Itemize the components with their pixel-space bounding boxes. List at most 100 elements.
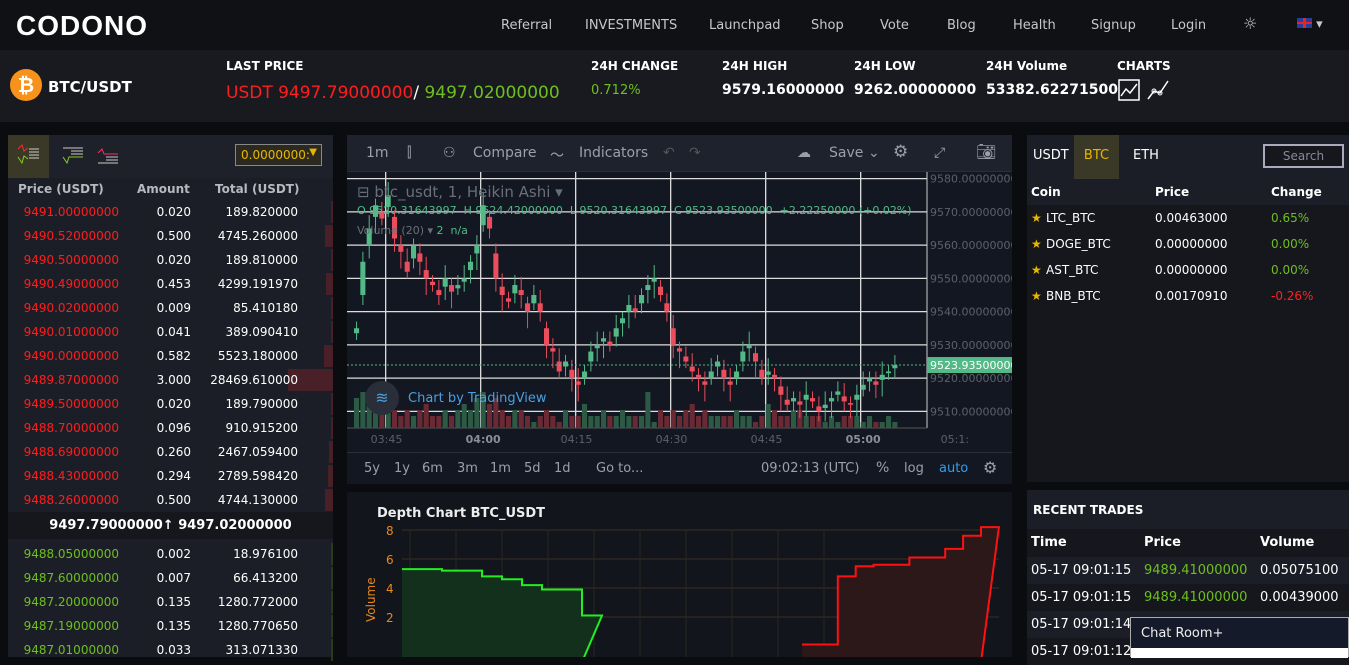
nav-item-signup[interactable]: Signup: [1091, 18, 1136, 33]
range-5y[interactable]: 5y: [364, 461, 380, 476]
market-row[interactable]: ★ LTC_BTC 0.00463000 0.65%: [1027, 205, 1349, 231]
search-input[interactable]: Search: [1263, 144, 1344, 168]
row-amount: 0.020: [156, 205, 191, 219]
bid-row[interactable]: 9487.20000000 0.135 1280.772000: [8, 590, 333, 614]
depth-chart[interactable]: 8 6 4 2 Volume: [347, 522, 1012, 657]
ask-row[interactable]: 9490.49000000 0.453 4299.191970: [8, 272, 333, 296]
header-volume: Volume: [1260, 535, 1315, 550]
tab-eth[interactable]: ETH: [1133, 148, 1159, 163]
row-total: 1280.770650: [217, 619, 298, 633]
save-button[interactable]: Save: [829, 145, 863, 161]
bid-row[interactable]: 9487.60000000 0.007 66.413200: [8, 566, 333, 590]
orderbook-asks-icon[interactable]: [96, 145, 122, 167]
market-panel: USDT BTC ETH Search Coin Price Change ★ L…: [1027, 135, 1349, 482]
candle-body: [563, 361, 569, 367]
range-6m[interactable]: 6m: [422, 461, 443, 476]
trade-time: 05-17 09:01:15: [1031, 590, 1132, 605]
ask-row[interactable]: 9490.52000000 0.500 4745.260000: [8, 224, 333, 248]
candle-body: [398, 245, 404, 252]
auto-toggle[interactable]: auto: [939, 461, 968, 476]
bid-row[interactable]: 9488.05000000 0.002 18.976100: [8, 542, 333, 566]
coin-change: 0.00%: [1271, 263, 1310, 277]
candle-body: [854, 394, 860, 400]
settings-icon[interactable]: ⚙: [893, 142, 908, 162]
compare-icon[interactable]: ⚇: [443, 145, 456, 161]
row-price: 9490.50000000: [23, 253, 119, 267]
ask-row[interactable]: 9490.01000000 0.041 389.090410: [8, 320, 333, 344]
logo[interactable]: CODONO: [16, 10, 148, 42]
chat-room-widget[interactable]: Chat Room+: [1130, 617, 1349, 658]
market-row[interactable]: ★ DOGE_BTC 0.00000000 0.00%: [1027, 231, 1349, 257]
ask-row[interactable]: 9488.26000000 0.500 4744.130000: [8, 488, 333, 512]
orderbook-bids-icon[interactable]: [61, 145, 87, 167]
nav-item-shop[interactable]: Shop: [811, 18, 844, 33]
row-price: 9491.00000000: [23, 205, 119, 219]
row-amount: 0.009: [156, 301, 191, 315]
ask-row[interactable]: 9490.00000000 0.582 5523.180000: [8, 344, 333, 368]
interval-button[interactable]: 1m: [366, 145, 389, 161]
nav-item-blog[interactable]: Blog: [947, 18, 976, 33]
indicators-icon[interactable]: 〜: [550, 145, 564, 165]
log-toggle[interactable]: log: [904, 461, 924, 476]
chat-room-title[interactable]: Chat Room+: [1131, 618, 1348, 648]
tab-usdt[interactable]: USDT: [1033, 148, 1069, 163]
sun-icon[interactable]: ☼: [1243, 14, 1257, 33]
market-row[interactable]: ★ BNB_BTC 0.00170910 -0.26%: [1027, 283, 1349, 309]
ask-row[interactable]: 9488.70000000 0.096 910.915200: [8, 416, 333, 440]
uk-flag-icon[interactable]: ▾: [1297, 17, 1323, 32]
fullscreen-icon[interactable]: ⤢: [934, 145, 945, 161]
ask-row[interactable]: 9490.02000000 0.009 85.410180: [8, 296, 333, 320]
ask-row[interactable]: 9488.43000000 0.294 2789.598420: [8, 464, 333, 488]
redo-icon[interactable]: ↷: [689, 145, 701, 161]
bid-row[interactable]: 9487.01000000 0.033 313.071330: [8, 638, 333, 662]
settings-icon[interactable]: ⚙: [983, 458, 997, 477]
nav-item-investments[interactable]: INVESTMENTS: [585, 18, 677, 33]
volume-bar: [784, 416, 790, 428]
candle-body: [784, 399, 790, 405]
ask-row[interactable]: 9490.50000000 0.020 189.810000: [8, 248, 333, 272]
market-row[interactable]: ★ AST_BTC 0.00000000 0.00%: [1027, 257, 1349, 283]
range-5d[interactable]: 5d: [524, 461, 541, 476]
collapse-icon[interactable]: ⊟: [357, 183, 370, 201]
indicators-button[interactable]: Indicators: [579, 145, 648, 161]
ask-row[interactable]: 9489.87000000 3.000 28469.610000: [8, 368, 333, 392]
compare-button[interactable]: Compare: [473, 145, 537, 161]
volume-bar: [607, 416, 613, 428]
range-3m[interactable]: 3m: [457, 461, 478, 476]
nav-item-launchpad[interactable]: Launchpad: [709, 18, 781, 33]
ask-row[interactable]: 9488.69000000 0.260 2467.059400: [8, 440, 333, 464]
nav-item-referral[interactable]: Referral: [501, 18, 552, 33]
undo-icon[interactable]: ↶: [663, 145, 675, 161]
precision-select[interactable]: 0.0000000: ▼: [235, 144, 322, 166]
nav-item-login[interactable]: Login: [1171, 18, 1206, 33]
candle-body: [689, 366, 695, 372]
ask-row[interactable]: 9489.50000000 0.020 189.790000: [8, 392, 333, 416]
candle-type-icon[interactable]: ⫿: [407, 145, 411, 161]
chevron-down-icon[interactable]: ⌄: [868, 145, 880, 161]
row-total: 313.071330: [225, 643, 298, 657]
header-total: Total (USDT): [215, 182, 300, 196]
ask-row[interactable]: 9491.00000000 0.020 189.820000: [8, 200, 333, 224]
bid-row[interactable]: 9487.19000000 0.135 1280.770650: [8, 614, 333, 638]
range-1m[interactable]: 1m: [490, 461, 511, 476]
range-1y[interactable]: 1y: [394, 461, 410, 476]
camera-icon[interactable]: 📷︎: [976, 142, 996, 161]
view-both-button[interactable]: [8, 135, 49, 178]
goto-button[interactable]: Go to...: [596, 461, 643, 476]
candle-body: [582, 371, 588, 379]
volume-bar: [531, 422, 537, 428]
row-total: 18.976100: [233, 547, 298, 561]
range-1d[interactable]: 1d: [554, 461, 571, 476]
percent-toggle[interactable]: %: [876, 460, 889, 476]
chart-toggle-icons[interactable]: [1118, 79, 1170, 101]
nav-item-vote[interactable]: Vote: [880, 18, 909, 33]
candle-body: [417, 253, 423, 262]
candle-body: [632, 308, 638, 312]
depth-bar: [330, 615, 333, 637]
candle-body: [512, 285, 518, 294]
cloud-icon[interactable]: ☁: [797, 145, 811, 161]
candle-body: [797, 401, 803, 405]
tradingview-watermark[interactable]: ≋ Chart by TradingView: [365, 381, 546, 415]
nav-item-health[interactable]: Health: [1013, 18, 1056, 33]
tab-btc[interactable]: BTC: [1074, 135, 1119, 179]
